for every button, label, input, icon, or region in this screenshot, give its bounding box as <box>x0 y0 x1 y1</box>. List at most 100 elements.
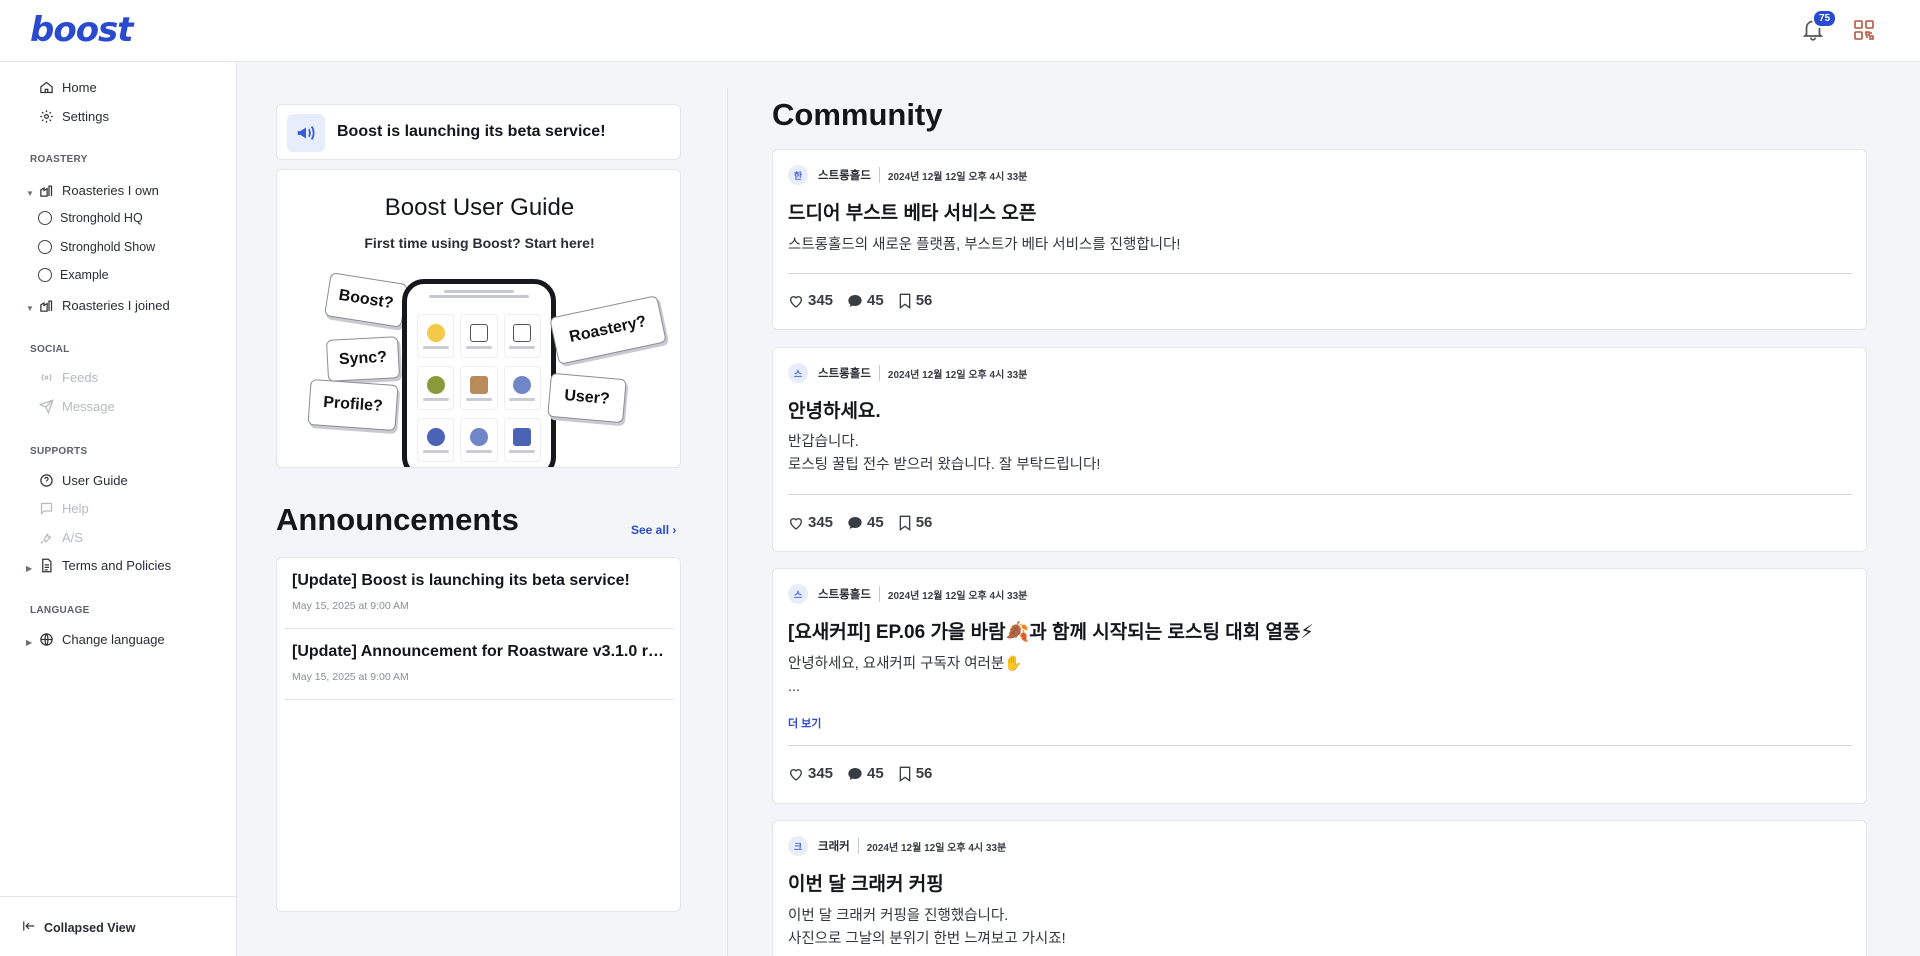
beta-banner[interactable]: Boost is launching its beta service! <box>276 104 681 160</box>
box-icon <box>460 366 498 410</box>
bookmark-button[interactable]: 56 <box>898 514 932 531</box>
calendar-icon <box>460 314 498 358</box>
community-post[interactable]: 스 스트롱홀드 2024년 12월 12일 오후 4시 33분 [요새커피] E… <box>772 568 1867 804</box>
section-language: LANGUAGE <box>30 605 90 616</box>
sidebar-item-label: Roasteries I own <box>62 182 159 198</box>
chevron-right-icon[interactable]: ▶ <box>26 638 32 647</box>
bookmark-icon <box>899 515 911 531</box>
comment-count: 45 <box>867 765 884 782</box>
guide-title: Boost User Guide <box>384 194 575 221</box>
like-button[interactable]: 345 <box>788 292 833 309</box>
megaphone-icon <box>287 114 325 152</box>
sidebar-item-message[interactable]: Message <box>38 395 115 417</box>
post-date: 2024년 12월 12일 오후 4시 33분 <box>866 842 1007 854</box>
guide-tag: Roastery? <box>549 295 667 365</box>
guide-tag: User? <box>547 372 627 424</box>
post-body: 스트롱홀드의 새로운 플랫폼, 부스트가 베타 서비스를 진행합니다! <box>788 237 1181 253</box>
read-more-link[interactable]: 더 보기 <box>788 715 821 731</box>
coffee-bean-icon <box>417 366 455 410</box>
sidebar-item-label: Feeds <box>62 369 99 385</box>
announcement-item[interactable]: [Update] Announcement for Roastware v3.1… <box>284 629 674 700</box>
sidebar-item-label: Terms and Policies <box>62 557 172 573</box>
chart-icon <box>503 314 541 358</box>
collapse-left-icon <box>22 919 36 936</box>
announcement-title: [Update] Announcement for Roastware v3.1… <box>292 643 667 660</box>
sidebar-item-settings[interactable]: Settings <box>38 105 109 127</box>
sidebar-item-roasteries-own[interactable]: Roasteries I own <box>38 179 159 201</box>
boost-logo[interactable]: boost <box>30 10 134 50</box>
like-count: 345 <box>808 292 834 309</box>
post-date: 2024년 12월 12일 오후 4시 33분 <box>887 369 1028 381</box>
chevron-down-icon[interactable]: ▼ <box>26 304 34 313</box>
home-icon <box>38 79 54 95</box>
comment-icon <box>848 767 862 780</box>
sidebar-item-label: Home <box>62 79 97 95</box>
heart-icon <box>789 768 803 781</box>
sidebar-roastery-item[interactable]: Stronghold HQ <box>38 207 143 229</box>
see-all-label: See all <box>631 523 670 537</box>
post-author[interactable]: 스트롱홀드 <box>818 586 880 602</box>
comment-count: 45 <box>867 514 884 531</box>
community-post[interactable]: 크 크래커 2024년 12월 12일 오후 4시 33분 이번 달 크래커 커… <box>772 820 1867 956</box>
post-author[interactable]: 크래커 <box>818 838 859 854</box>
radio-icon <box>38 240 52 254</box>
sidebar-item-roasteries-joined[interactable]: Roasteries I joined <box>38 294 170 316</box>
like-button[interactable]: 345 <box>788 514 833 531</box>
bookmark-button[interactable]: 56 <box>898 292 933 309</box>
avatar: 스 <box>788 584 808 604</box>
announcement-item[interactable]: [Update] Boost is launching its beta ser… <box>284 558 674 629</box>
avatar: 스 <box>788 363 808 383</box>
phone-mockup <box>402 279 556 467</box>
post-body: 이번 달 크래커 커핑을 진행했습니다. 사진으로 그날의 분위기 한번 느껴보… <box>788 908 1066 947</box>
collapsed-view-button[interactable]: Collapsed View <box>22 919 135 936</box>
sidebar-roastery-item[interactable]: Example <box>38 264 109 286</box>
comment-button[interactable]: 45 <box>847 292 884 309</box>
sidebar-item-label: Change language <box>62 631 165 647</box>
sidebar: Home Settings ROASTERY ▼ Roasteries I ow… <box>0 62 237 956</box>
post-divider <box>788 745 1852 746</box>
sidebar-item-user-guide[interactable]: User Guide <box>38 469 128 491</box>
sidebar-item-terms[interactable]: Terms and Policies <box>38 554 171 576</box>
apps-grid-icon[interactable] <box>1852 18 1876 42</box>
post-stats: 345 45 56 <box>788 292 946 309</box>
roastery-icon <box>38 297 54 313</box>
like-button[interactable]: 345 <box>788 765 833 782</box>
guide-tag: Sync? <box>325 336 401 382</box>
sidebar-item-label: Roasteries I joined <box>62 297 170 313</box>
post-title: 이번 달 크래커 커핑 <box>788 874 944 895</box>
send-icon <box>38 398 54 414</box>
see-all-link[interactable]: See all › <box>631 523 676 537</box>
bookmark-button[interactable]: 56 <box>898 765 932 782</box>
announcement-title: [Update] Boost is launching its beta ser… <box>292 572 630 589</box>
bookmark-count: 56 <box>915 292 933 309</box>
avatar: 한 <box>788 165 808 185</box>
sidebar-item-feeds[interactable]: Feeds <box>38 366 98 388</box>
sidebar-item-change-language[interactable]: Change language <box>38 628 165 650</box>
community-post[interactable]: 스 스트롱홀드 2024년 12월 12일 오후 4시 33분 안녕하세요. 반… <box>772 347 1867 552</box>
chevron-right-icon[interactable]: ▶ <box>26 564 32 573</box>
post-divider <box>788 494 1852 495</box>
comment-button[interactable]: 45 <box>847 514 884 531</box>
sidebar-item-help[interactable]: Help <box>38 497 89 519</box>
sidebar-item-label: User Guide <box>62 472 128 488</box>
comment-button[interactable]: 45 <box>847 765 884 782</box>
post-date: 2024년 12월 12일 오후 4시 33분 <box>887 590 1028 602</box>
sidebar-roastery-item[interactable]: Stronghold Show <box>38 236 155 258</box>
sidebar-item-as[interactable]: A/S <box>38 526 83 548</box>
users-icon <box>503 366 541 410</box>
column-divider <box>727 88 728 956</box>
broadcast-icon <box>38 369 54 385</box>
community-post[interactable]: 한 스트롱홀드 2024년 12월 12일 오후 4시 33분 드디어 부스트 … <box>772 149 1867 330</box>
like-count: 345 <box>808 514 834 531</box>
post-author[interactable]: 스트롱홀드 <box>818 167 880 183</box>
avatar: 크 <box>788 836 808 856</box>
announcements-list: [Update] Boost is launching its beta ser… <box>276 557 681 912</box>
user-guide-card[interactable]: Boost User Guide First time using Boost?… <box>276 169 681 468</box>
like-count: 345 <box>808 765 834 782</box>
collapsed-view-label: Collapsed View <box>44 920 136 935</box>
post-author[interactable]: 스트롱홀드 <box>818 365 880 381</box>
sidebar-item-home[interactable]: Home <box>38 76 97 98</box>
sidebar-item-label: Stronghold HQ <box>60 211 143 225</box>
community-heading: Community <box>772 97 943 132</box>
chevron-down-icon[interactable]: ▼ <box>26 189 34 198</box>
